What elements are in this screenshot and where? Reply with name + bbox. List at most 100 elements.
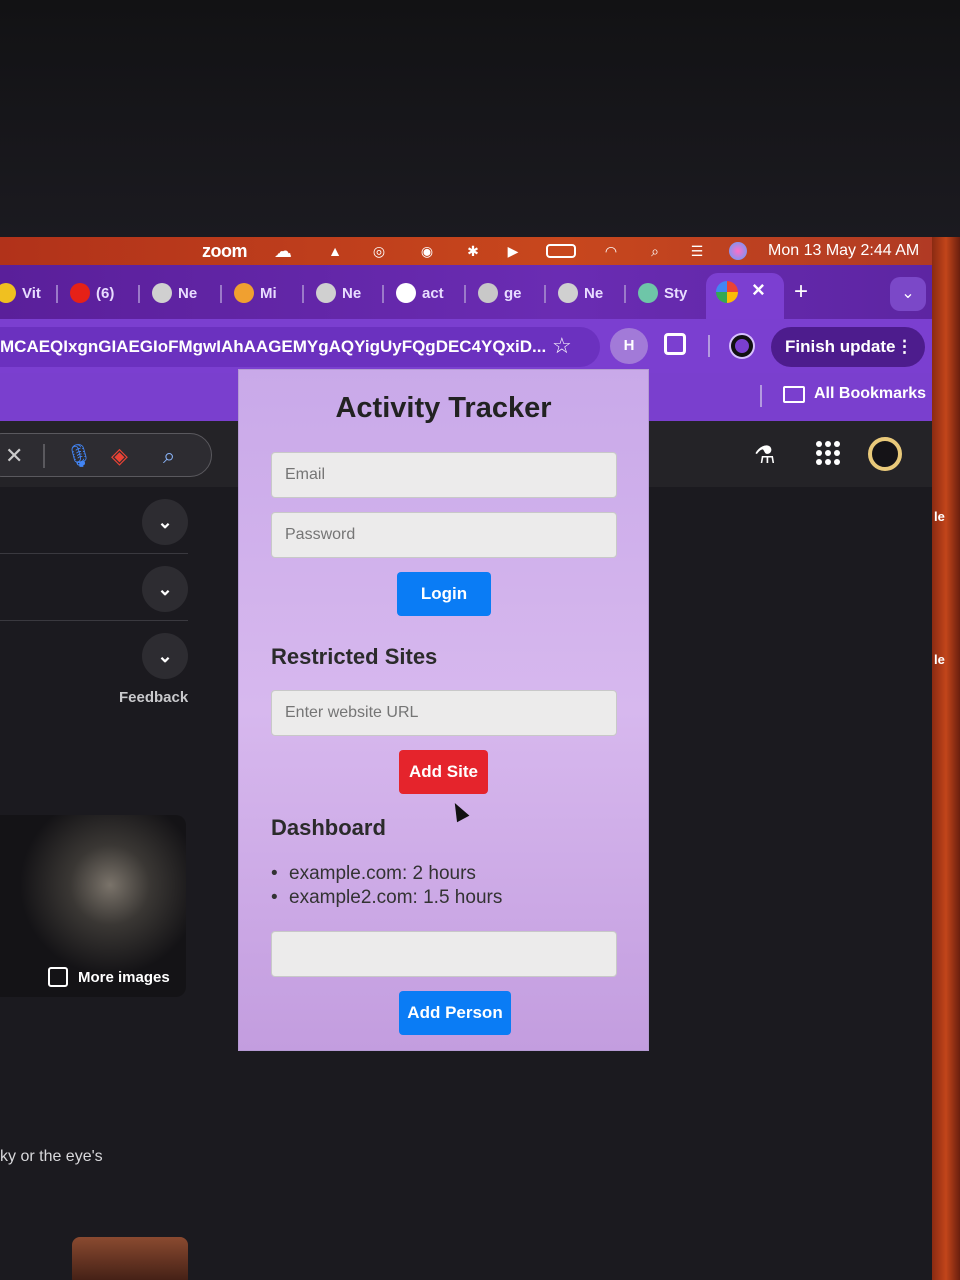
tab-item[interactable]: act	[396, 281, 444, 305]
more-images-link[interactable]: More images	[48, 967, 170, 987]
siri-icon[interactable]	[729, 242, 747, 260]
tab-separator	[544, 285, 546, 303]
tab-item[interactable]: Sty	[638, 281, 687, 305]
labs-flask-icon[interactable]: ⚗	[754, 441, 776, 470]
tab-favicon-icon	[0, 283, 16, 303]
account-avatar[interactable]	[868, 437, 902, 471]
tab-label: Vit	[22, 284, 41, 302]
tab-favicon-icon	[70, 283, 90, 303]
cut-off-text: le	[934, 509, 945, 524]
add-person-button[interactable]: Add Person	[399, 991, 511, 1035]
popup-title: Activity Tracker	[335, 392, 552, 424]
vlc-icon[interactable]: ▲	[326, 242, 344, 260]
address-bar[interactable]: MCAEQIxgnGIAEGIoFMgwIAhAAGEMYgAQYigUyFQg…	[0, 327, 600, 367]
browser-toolbar: MCAEQIxgnGIAEGIoFMgwIAhAAGEMYgAQYigUyFQg…	[0, 319, 934, 373]
tab-item[interactable]: ge	[478, 281, 522, 305]
list-item: example2.com: 1.5 hours	[271, 886, 502, 910]
tab-label: Ne	[342, 284, 362, 302]
clear-search-icon[interactable]: ✕	[5, 443, 23, 469]
zoom-menubar-icon[interactable]: zoom	[202, 241, 248, 262]
toolbar-divider	[708, 335, 710, 357]
url-text[interactable]: MCAEQIxgnGIAEGIoFMgwIAhAAGEMYgAQYigUyFQg…	[0, 337, 546, 357]
email-field[interactable]	[271, 452, 617, 498]
accordion-row[interactable]: ⌄	[0, 487, 188, 554]
password-field[interactable]	[271, 512, 617, 558]
google-favicon-icon	[716, 281, 738, 303]
extension-h-button[interactable]: H	[610, 328, 648, 364]
battery-icon[interactable]	[546, 244, 576, 258]
tab-label: (6)	[96, 284, 115, 302]
bookmark-star-icon[interactable]: ☆	[552, 333, 572, 359]
tab-search-button[interactable]: ⌄	[890, 277, 926, 311]
torrent-icon[interactable]: ◉	[418, 242, 436, 260]
result-thumbnail[interactable]	[72, 1237, 188, 1280]
dashboard-heading: Dashboard	[271, 815, 386, 840]
menubar-clock[interactable]: Mon 13 May 2:44 AM	[768, 242, 919, 260]
tab-separator	[56, 285, 58, 303]
tab-label: Ne	[178, 284, 198, 302]
control-center-icon[interactable]: ☰	[688, 242, 706, 260]
cut-off-text: le	[934, 652, 945, 667]
tab-favicon-icon	[638, 283, 658, 303]
folder-icon[interactable]	[783, 386, 805, 403]
tab-separator	[302, 285, 304, 303]
google-lens-icon[interactable]: ◈	[111, 443, 128, 469]
dashboard-list: example.com: 2 hours example2.com: 1.5 h…	[271, 862, 502, 910]
tab-favicon-icon	[396, 283, 416, 303]
tab-separator	[220, 285, 222, 303]
chevron-down-icon[interactable]: ⌄	[142, 633, 188, 679]
search-icon[interactable]: ⌕	[163, 443, 175, 469]
profile-ring-icon[interactable]	[731, 335, 753, 357]
restricted-sites-heading: Restricted Sites	[271, 644, 438, 669]
desktop-edge: le le	[932, 237, 960, 1280]
accordion-row[interactable]: ⌄	[0, 554, 188, 621]
active-tab[interactable]: ×	[706, 273, 784, 319]
tab-item[interactable]: Vit	[0, 281, 41, 305]
finish-update-label: Finish update	[785, 337, 896, 356]
copyclip-icon[interactable]: ◎	[370, 242, 388, 260]
spotlight-search-icon[interactable]: ⌕	[646, 242, 664, 260]
close-tab-icon[interactable]: ×	[752, 277, 765, 303]
tab-label: Ne	[584, 284, 604, 302]
microphone-icon[interactable]: 🎙	[65, 443, 93, 469]
bookmarks-divider	[760, 385, 762, 407]
tab-favicon-icon	[152, 283, 172, 303]
login-button[interactable]: Login	[397, 572, 491, 616]
tab-item[interactable]: Ne	[152, 281, 197, 305]
tab-separator	[138, 285, 140, 303]
tab-item[interactable]: Ne	[316, 281, 361, 305]
website-url-input[interactable]	[271, 690, 617, 736]
tab-item[interactable]: (6)	[70, 281, 114, 305]
wifi-icon[interactable]: ◠	[602, 242, 620, 260]
google-apps-icon[interactable]	[816, 441, 840, 465]
result-snippet: ky or the eye's	[0, 1148, 103, 1165]
finish-update-button[interactable]: Finish update ⋮	[771, 327, 925, 367]
tab-item[interactable]: Mi	[234, 281, 277, 305]
browser-tab-strip: Vit (6) Ne Mi Ne act ge Ne Sty × + ⌄	[0, 265, 934, 319]
add-site-button[interactable]: Add Site	[399, 750, 488, 794]
cloud-icon[interactable]: ☁	[274, 242, 292, 260]
search-box[interactable]: ✕ 🎙 ◈ ⌕	[0, 433, 212, 477]
bluetooth-icon[interactable]: ✱	[464, 242, 482, 260]
tab-label: ge	[504, 284, 522, 302]
tab-favicon-icon	[234, 283, 254, 303]
tab-label: act	[422, 284, 444, 302]
search-divider	[43, 444, 45, 468]
new-tab-button[interactable]: +	[794, 280, 808, 304]
tab-label: Mi	[260, 284, 277, 302]
person-input[interactable]	[271, 931, 617, 977]
activity-tracker-popup: Activity Tracker Login Restricted Sites …	[238, 369, 649, 1051]
feedback-link[interactable]: Feedback	[119, 689, 188, 706]
tab-favicon-icon	[316, 283, 336, 303]
tab-separator	[624, 285, 626, 303]
accordion-row[interactable]: ⌄	[0, 621, 188, 688]
play-icon[interactable]: ▶	[504, 242, 522, 260]
kebab-menu-icon[interactable]: ⋮	[896, 327, 913, 367]
chevron-down-icon[interactable]: ⌄	[142, 566, 188, 612]
extensions-puzzle-icon[interactable]	[664, 333, 686, 355]
macos-menubar: zoom ☁ ▲ ◎ ◉ ✱ ▶ ◠ ⌕ ☰ Mon 13 May 2:44 A…	[0, 237, 940, 265]
tab-separator	[382, 285, 384, 303]
chevron-down-icon[interactable]: ⌄	[142, 499, 188, 545]
all-bookmarks-link[interactable]: All Bookmarks	[814, 385, 926, 403]
tab-item[interactable]: Ne	[558, 281, 603, 305]
